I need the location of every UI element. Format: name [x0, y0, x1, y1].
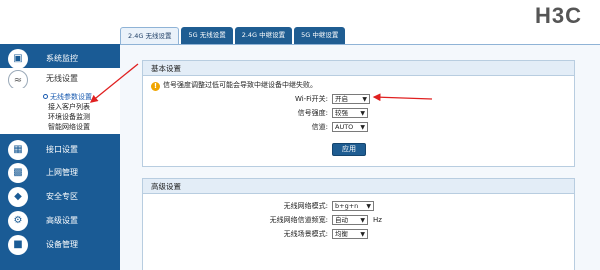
wifi-switch-row: Wi-Fi开关: 开启 ▼	[143, 94, 576, 105]
main-content: 基本设置 ! 信号强度调整过低可能会导致中继设备中继失败。 Wi-Fi开关: 开启…	[120, 44, 600, 270]
channel-width-unit: Hz	[373, 216, 382, 224]
tab-5g-wireless[interactable]: 5G 无线设置	[181, 27, 233, 44]
submenu-env-monitor[interactable]: 环境设备监测	[48, 112, 90, 122]
chevron-down-icon: ▼	[360, 231, 365, 238]
signal-strength-label: 信号强度:	[297, 109, 328, 117]
tab-5g-repeater[interactable]: 5G 中继设置	[294, 27, 346, 44]
apply-button[interactable]: 应用	[332, 143, 366, 156]
scene-mode-row: 无线场景模式: 均衡 ▼	[143, 229, 576, 240]
chevron-down-icon: ▼	[362, 96, 367, 103]
sidebar-item-label: 上网管理	[46, 168, 78, 177]
sidebar-item-label: 高级设置	[46, 216, 78, 225]
device-icon: ■	[8, 235, 28, 255]
wireless-mode-row: 无线网络模式: b+g+n ▼	[143, 201, 576, 212]
gear-icon: ⚙	[8, 211, 28, 231]
sidebar-item-internet[interactable]: ▩ 上网管理	[0, 161, 120, 185]
sidebar-item-security[interactable]: ◆ 安全专区	[0, 185, 120, 209]
selected-dot-icon	[43, 94, 48, 99]
chevron-down-icon: ▼	[360, 110, 365, 117]
sidebar-item-label: 设备管理	[46, 240, 78, 249]
scene-mode-select[interactable]: 均衡 ▼	[332, 229, 368, 239]
submenu-wireless-params[interactable]: 无线参数设置	[50, 92, 92, 102]
warning-icon: !	[151, 82, 160, 91]
advanced-settings-title: 高级设置	[143, 179, 574, 194]
chevron-down-icon: ▼	[366, 203, 371, 210]
channel-width-value: 自动	[335, 216, 348, 224]
sidebar-item-label: 接口设置	[46, 145, 78, 154]
sidebar-item-advanced[interactable]: ⚙ 高级设置	[0, 209, 120, 233]
wifi-switch-value: 开启	[335, 95, 348, 103]
sidebar-item-interface[interactable]: ▦ 接口设置	[0, 138, 120, 162]
submenu-client-list[interactable]: 接入客户列表	[48, 102, 90, 112]
signal-strength-select[interactable]: 较强 ▼	[332, 108, 368, 118]
tab-bar: 2.4G 无线设置 5G 无线设置 2.4G 中继设置 5G 中继设置	[120, 27, 347, 44]
channel-row: 信道: AUTO ▼	[143, 122, 576, 133]
wireless-mode-value: b+g+n	[335, 202, 359, 210]
wifi-switch-select[interactable]: 开启 ▼	[332, 94, 370, 104]
sidebar-item-label: 无线设置	[46, 74, 78, 83]
notice-text: 信号强度调整过低可能会导致中继设备中继失败。	[163, 81, 317, 89]
scene-mode-label: 无线场景模式:	[283, 230, 328, 238]
tab-2g-wireless[interactable]: 2.4G 无线设置	[120, 27, 180, 44]
advanced-settings-panel: 高级设置 无线网络模式: b+g+n ▼ 无线网络信道频宽: 自动 ▼ Hz 无…	[142, 178, 575, 270]
h3c-logo: H3C	[534, 3, 582, 28]
basic-settings-panel: 基本设置 ! 信号强度调整过低可能会导致中继设备中继失败。 Wi-Fi开关: 开启…	[142, 60, 575, 167]
shield-icon: ◆	[8, 187, 28, 207]
sidebar-item-label: 安全专区	[46, 192, 78, 201]
wireless-mode-select[interactable]: b+g+n ▼	[332, 201, 374, 211]
monitor-icon: ▣	[8, 49, 28, 69]
basic-settings-title: 基本设置	[143, 61, 574, 76]
signal-notice: ! 信号强度调整过低可能会导致中继设备中继失败。	[151, 80, 317, 91]
channel-width-select[interactable]: 自动 ▼	[332, 215, 368, 225]
submenu-smart-network[interactable]: 智能网络设置	[48, 122, 90, 132]
channel-value: AUTO	[335, 123, 354, 131]
scene-mode-value: 均衡	[335, 230, 348, 238]
channel-width-row: 无线网络信道频宽: 自动 ▼ Hz	[143, 215, 576, 226]
signal-strength-value: 较强	[335, 109, 348, 117]
wifi-switch-label: Wi-Fi开关:	[294, 95, 328, 103]
channel-width-label: 无线网络信道频宽:	[269, 216, 328, 224]
tab-2g-repeater[interactable]: 2.4G 中继设置	[234, 27, 293, 44]
sidebar-item-wireless[interactable]: ≈ 无线设置	[0, 68, 120, 90]
wifi-icon: ≈	[8, 70, 28, 90]
chevron-down-icon: ▼	[360, 217, 365, 224]
sidebar-item-device[interactable]: ■ 设备管理	[0, 233, 120, 257]
chevron-down-icon: ▼	[360, 124, 365, 131]
interface-icon: ▦	[8, 140, 28, 160]
internet-icon: ▩	[8, 163, 28, 183]
channel-label: 信道:	[311, 123, 328, 131]
signal-strength-row: 信号强度: 较强 ▼	[143, 108, 576, 119]
wireless-mode-label: 无线网络模式:	[283, 202, 328, 210]
channel-select[interactable]: AUTO ▼	[332, 122, 368, 132]
